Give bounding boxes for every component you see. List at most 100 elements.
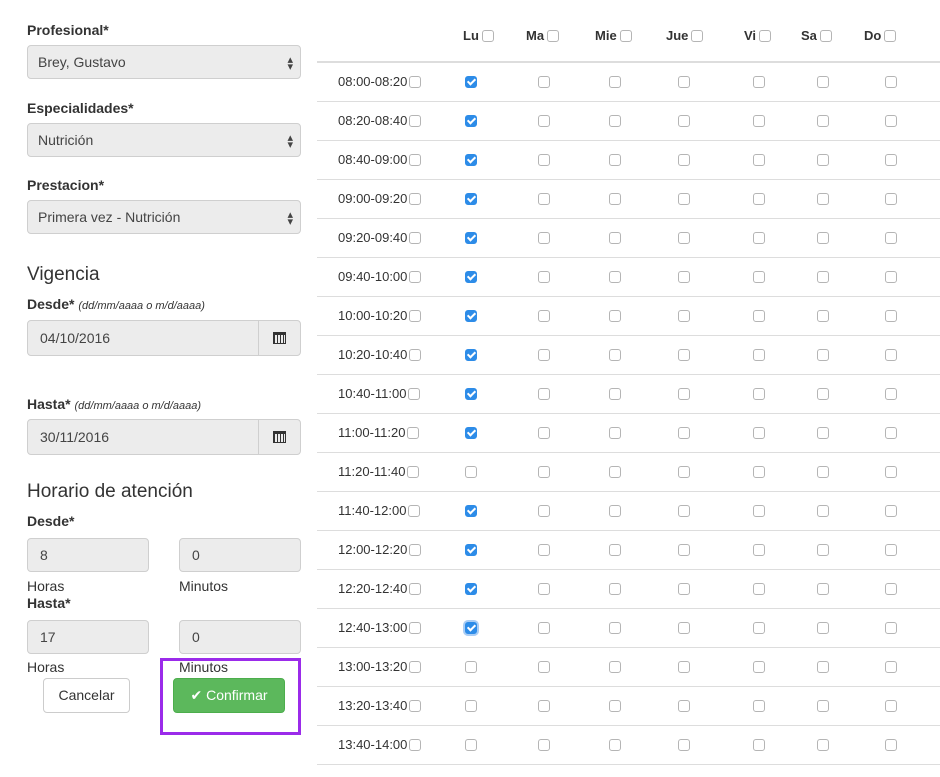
slot-day-checkbox[interactable] — [465, 622, 477, 634]
slot-day-checkbox[interactable] — [885, 349, 897, 361]
slot-day-checkbox[interactable] — [817, 76, 829, 88]
slot-day-checkbox[interactable] — [885, 583, 897, 595]
slot-day-checkbox[interactable] — [538, 739, 550, 751]
slot-day-checkbox[interactable] — [678, 232, 690, 244]
slot-day-checkbox[interactable] — [538, 115, 550, 127]
slot-day-checkbox[interactable] — [538, 661, 550, 673]
slot-day-checkbox[interactable] — [538, 466, 550, 478]
slot-day-checkbox[interactable] — [538, 271, 550, 283]
slot-select-all-checkbox[interactable] — [408, 388, 421, 400]
hasta-calendar-button[interactable] — [258, 420, 300, 454]
slot-day-checkbox[interactable] — [538, 622, 550, 634]
day-select-all-checkbox[interactable] — [547, 30, 560, 42]
slot-day-checkbox[interactable] — [465, 349, 477, 361]
slot-day-checkbox[interactable] — [678, 193, 690, 205]
slot-day-checkbox[interactable] — [609, 310, 621, 322]
slot-day-checkbox[interactable] — [609, 739, 621, 751]
slot-select-all-checkbox[interactable] — [409, 544, 422, 556]
slot-day-checkbox[interactable] — [817, 427, 829, 439]
slot-day-checkbox[interactable] — [885, 271, 897, 283]
day-select-all-checkbox[interactable] — [481, 30, 494, 42]
slot-day-checkbox[interactable] — [753, 505, 765, 517]
slot-day-checkbox[interactable] — [538, 505, 550, 517]
day-select-all-checkbox[interactable] — [819, 30, 832, 42]
slot-day-checkbox[interactable] — [465, 739, 477, 751]
slot-select-all-checkbox[interactable] — [409, 349, 422, 361]
desde-date-input[interactable]: 04/10/2016 — [27, 320, 301, 356]
slot-day-checkbox[interactable] — [538, 154, 550, 166]
slot-day-checkbox[interactable] — [678, 310, 690, 322]
slot-day-checkbox[interactable] — [678, 115, 690, 127]
slot-day-checkbox[interactable] — [753, 427, 765, 439]
slot-day-checkbox[interactable] — [678, 154, 690, 166]
slot-day-checkbox[interactable] — [538, 349, 550, 361]
slot-day-checkbox[interactable] — [753, 349, 765, 361]
slot-day-checkbox[interactable] — [678, 544, 690, 556]
slot-day-checkbox[interactable] — [885, 388, 897, 400]
slot-day-checkbox[interactable] — [753, 193, 765, 205]
day-select-all-checkbox[interactable] — [691, 30, 704, 42]
slot-day-checkbox[interactable] — [678, 349, 690, 361]
slot-day-checkbox[interactable] — [885, 76, 897, 88]
slot-select-all-checkbox[interactable] — [409, 232, 422, 244]
slot-day-checkbox[interactable] — [609, 388, 621, 400]
desde-horas-input[interactable]: 8 — [27, 538, 149, 572]
slot-day-checkbox[interactable] — [817, 466, 829, 478]
slot-day-checkbox[interactable] — [538, 388, 550, 400]
slot-select-all-checkbox[interactable] — [407, 466, 420, 478]
slot-day-checkbox[interactable] — [885, 739, 897, 751]
slot-day-checkbox[interactable] — [465, 271, 477, 283]
desde-minutos-input[interactable]: 0 — [179, 538, 301, 572]
slot-day-checkbox[interactable] — [609, 154, 621, 166]
slot-day-checkbox[interactable] — [609, 466, 621, 478]
slot-select-all-checkbox[interactable] — [408, 505, 421, 517]
slot-day-checkbox[interactable] — [609, 115, 621, 127]
slot-day-checkbox[interactable] — [885, 310, 897, 322]
slot-day-checkbox[interactable] — [817, 232, 829, 244]
slot-day-checkbox[interactable] — [465, 505, 477, 517]
slot-day-checkbox[interactable] — [753, 700, 765, 712]
confirm-button[interactable]: ✔ Confirmar — [173, 678, 285, 713]
slot-day-checkbox[interactable] — [609, 622, 621, 634]
slot-day-checkbox[interactable] — [538, 76, 550, 88]
slot-select-all-checkbox[interactable] — [409, 271, 422, 283]
slot-day-checkbox[interactable] — [678, 622, 690, 634]
slot-day-checkbox[interactable] — [465, 544, 477, 556]
slot-day-checkbox[interactable] — [609, 232, 621, 244]
slot-day-checkbox[interactable] — [817, 310, 829, 322]
cancel-button[interactable]: Cancelar — [43, 678, 130, 713]
slot-day-checkbox[interactable] — [817, 544, 829, 556]
slot-day-checkbox[interactable] — [538, 583, 550, 595]
slot-day-checkbox[interactable] — [817, 154, 829, 166]
slot-day-checkbox[interactable] — [465, 583, 477, 595]
slot-day-checkbox[interactable] — [817, 271, 829, 283]
slot-day-checkbox[interactable] — [678, 700, 690, 712]
day-select-all-checkbox[interactable] — [884, 30, 897, 42]
slot-day-checkbox[interactable] — [885, 154, 897, 166]
slot-day-checkbox[interactable] — [753, 154, 765, 166]
slot-day-checkbox[interactable] — [465, 76, 477, 88]
day-select-all-checkbox[interactable] — [759, 30, 772, 42]
profesional-select[interactable]: Brey, Gustavo ▴ ▾ — [27, 45, 301, 79]
slot-day-checkbox[interactable] — [609, 193, 621, 205]
slot-day-checkbox[interactable] — [817, 739, 829, 751]
slot-day-checkbox[interactable] — [465, 232, 477, 244]
slot-day-checkbox[interactable] — [465, 466, 477, 478]
hasta-minutos-input[interactable]: 0 — [179, 620, 301, 654]
slot-day-checkbox[interactable] — [678, 505, 690, 517]
slot-day-checkbox[interactable] — [817, 661, 829, 673]
slot-select-all-checkbox[interactable] — [409, 661, 422, 673]
slot-day-checkbox[interactable] — [817, 388, 829, 400]
slot-day-checkbox[interactable] — [885, 544, 897, 556]
slot-select-all-checkbox[interactable] — [409, 76, 422, 88]
slot-select-all-checkbox[interactable] — [409, 193, 422, 205]
slot-day-checkbox[interactable] — [538, 232, 550, 244]
slot-day-checkbox[interactable] — [885, 505, 897, 517]
slot-day-checkbox[interactable] — [609, 349, 621, 361]
slot-day-checkbox[interactable] — [609, 700, 621, 712]
slot-select-all-checkbox[interactable] — [409, 310, 422, 322]
slot-day-checkbox[interactable] — [678, 583, 690, 595]
slot-day-checkbox[interactable] — [678, 76, 690, 88]
slot-day-checkbox[interactable] — [538, 700, 550, 712]
slot-day-checkbox[interactable] — [753, 115, 765, 127]
